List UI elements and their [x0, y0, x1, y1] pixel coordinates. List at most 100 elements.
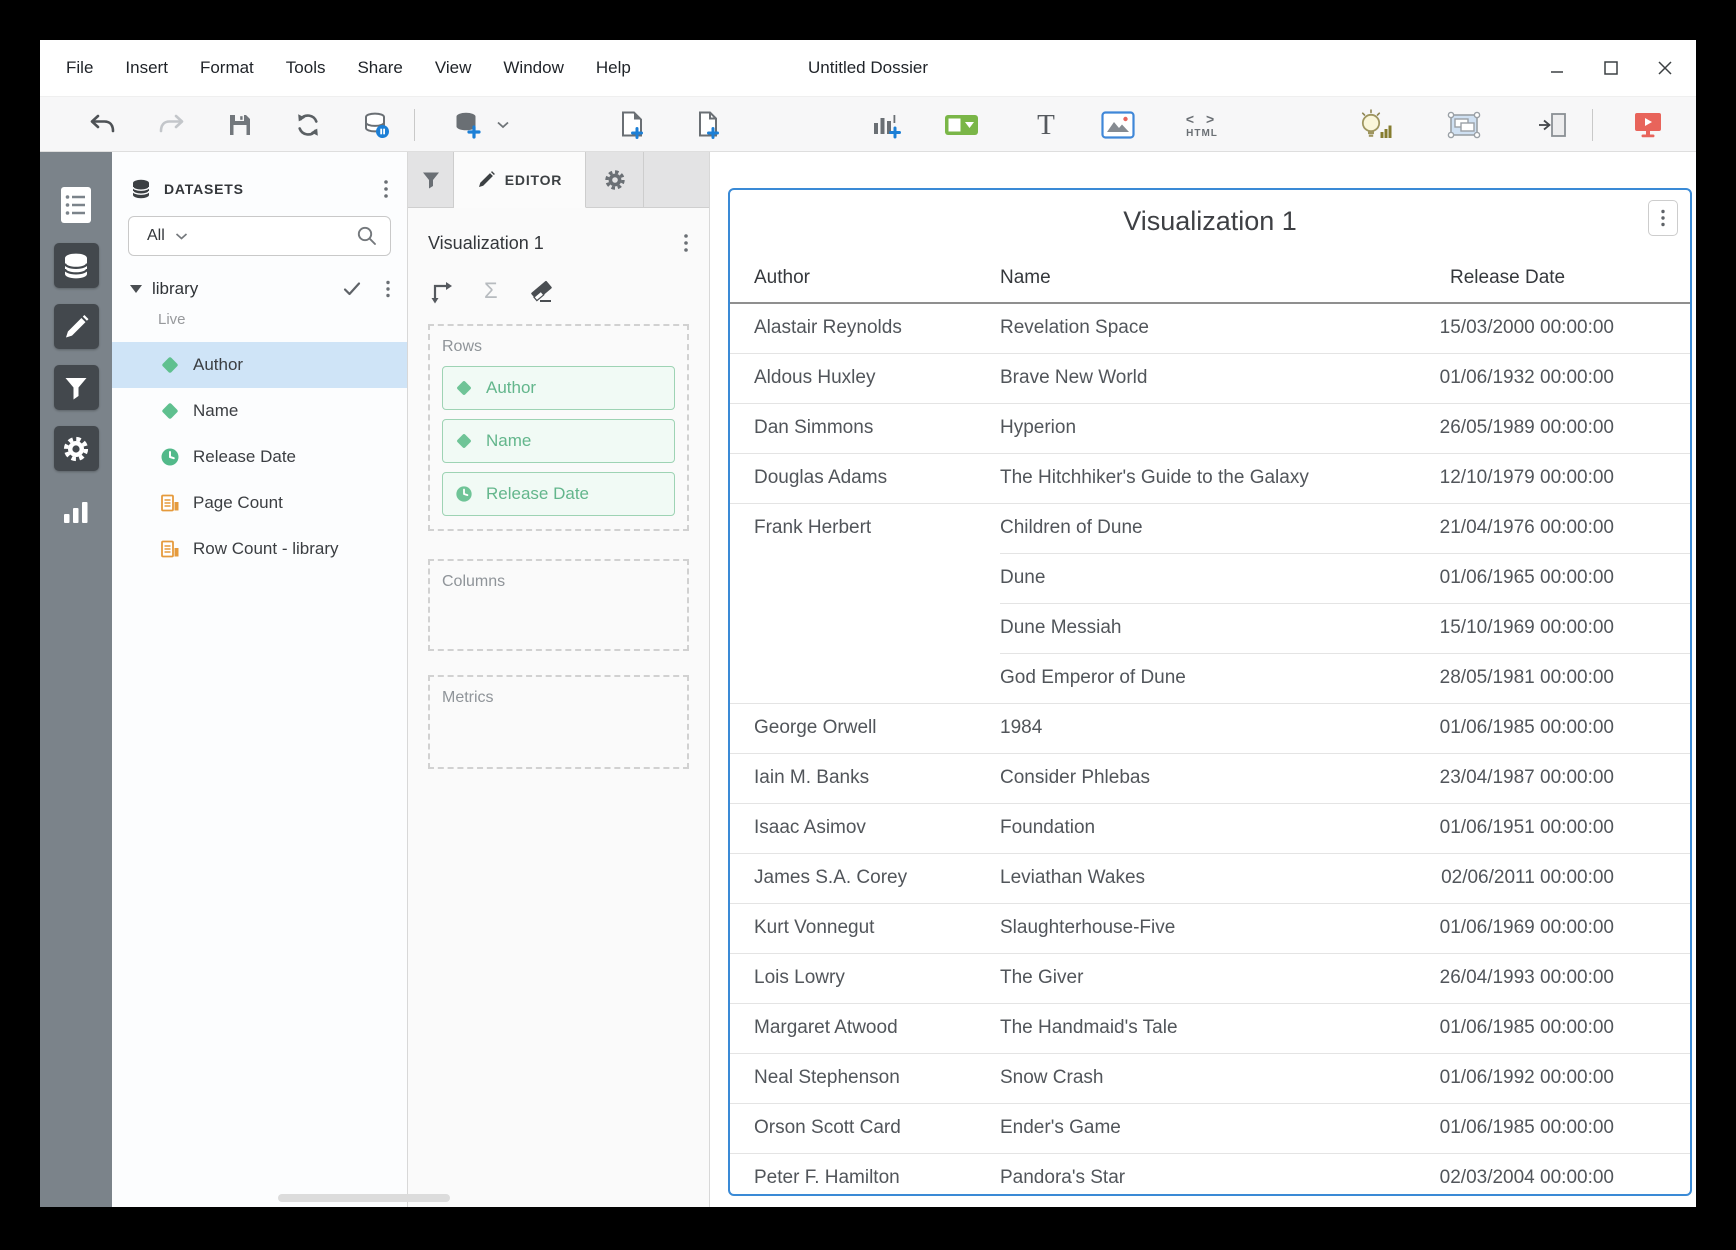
table-row[interactable]: Orson Scott Card Ender's Game 01/06/1985… — [730, 1103, 1690, 1153]
table-row[interactable]: Neal Stephenson Snow Crash 01/06/1992 00… — [730, 1053, 1690, 1103]
name-cell[interactable]: The Hitchhiker's Guide to the Galaxy — [1000, 453, 1436, 503]
author-cell[interactable]: Kurt Vonnegut — [730, 903, 1000, 953]
date-cell[interactable]: 15/10/1969 00:00:00 — [1436, 603, 1690, 653]
name-cell[interactable]: Dune — [1000, 553, 1436, 603]
redo-icon[interactable] — [152, 105, 192, 145]
table-row[interactable]: Lois Lowry The Giver 26/04/1993 00:00:00 — [730, 953, 1690, 1003]
author-cell[interactable]: Aldous Huxley — [730, 353, 1000, 403]
date-cell[interactable]: 23/04/1987 00:00:00 — [1436, 753, 1690, 803]
date-cell[interactable]: 01/06/1985 00:00:00 — [1436, 703, 1690, 753]
contents-panel-button[interactable] — [54, 182, 99, 227]
menu-insert[interactable]: Insert — [125, 58, 168, 78]
name-cell[interactable]: Snow Crash — [1000, 1053, 1436, 1103]
date-cell[interactable]: 02/03/2004 00:00:00 — [1436, 1153, 1690, 1196]
search-filter-value[interactable]: All — [147, 227, 165, 245]
author-cell[interactable]: Douglas Adams — [730, 453, 1000, 503]
visualization-options-button[interactable] — [1648, 200, 1678, 236]
table-row[interactable]: God Emperor of Dune 28/05/1981 00:00:00 — [730, 653, 1690, 703]
date-cell[interactable]: 01/06/1985 00:00:00 — [1436, 1003, 1690, 1053]
add-image-icon[interactable] — [1098, 105, 1138, 145]
name-cell[interactable]: Foundation — [1000, 803, 1436, 853]
date-cell[interactable]: 01/06/1969 00:00:00 — [1436, 903, 1690, 953]
add-data-icon[interactable] — [448, 105, 488, 145]
author-cell[interactable] — [730, 553, 1000, 603]
name-cell[interactable]: Children of Dune — [1000, 503, 1436, 553]
name-cell[interactable]: Consider Phlebas — [1000, 753, 1436, 803]
table-row[interactable]: Alastair Reynolds Revelation Space 15/03… — [730, 303, 1690, 353]
tab-editor[interactable]: EDITOR — [454, 152, 586, 208]
date-cell[interactable]: 15/03/2000 00:00:00 — [1436, 303, 1690, 353]
name-cell[interactable]: Brave New World — [1000, 353, 1436, 403]
presentation-mode-icon[interactable] — [1628, 105, 1668, 145]
chip-release-date[interactable]: Release Date — [442, 472, 675, 516]
field-release-date[interactable]: Release Date — [112, 434, 407, 480]
column-header-author[interactable]: Author — [730, 251, 1000, 303]
menu-window[interactable]: Window — [503, 58, 563, 78]
chip-name[interactable]: Name — [442, 419, 675, 463]
table-row[interactable]: Dune 01/06/1965 00:00:00 — [730, 553, 1690, 603]
table-row[interactable]: Margaret Atwood The Handmaid's Tale 01/0… — [730, 1003, 1690, 1053]
table-row[interactable]: George Orwell 1984 01/06/1985 00:00:00 — [730, 703, 1690, 753]
new-chapter-icon[interactable] — [612, 105, 652, 145]
date-cell[interactable]: 12/10/1979 00:00:00 — [1436, 453, 1690, 503]
dataset-menu-icon[interactable] — [385, 279, 391, 299]
add-panel-icon[interactable] — [1532, 105, 1572, 145]
date-cell[interactable]: 26/04/1993 00:00:00 — [1436, 953, 1690, 1003]
add-data-chevron-icon[interactable] — [492, 105, 514, 145]
date-cell[interactable]: 01/06/1992 00:00:00 — [1436, 1053, 1690, 1103]
datasets-panel-button[interactable] — [54, 243, 99, 288]
date-cell[interactable]: 01/06/1985 00:00:00 — [1436, 1103, 1690, 1153]
date-cell[interactable]: 01/06/1965 00:00:00 — [1436, 553, 1690, 603]
datasets-menu-icon[interactable] — [383, 178, 389, 200]
table-row[interactable]: Dan Simmons Hyperion 26/05/1989 00:00:00 — [730, 403, 1690, 453]
metrics-dropzone[interactable]: Metrics — [428, 675, 689, 769]
search-icon[interactable] — [356, 225, 378, 247]
author-cell[interactable] — [730, 653, 1000, 703]
menu-format[interactable]: Format — [200, 58, 254, 78]
dataset-row[interactable]: library — [112, 272, 407, 306]
field-page-count[interactable]: Page Count — [112, 480, 407, 526]
author-cell[interactable]: James S.A. Corey — [730, 853, 1000, 903]
name-cell[interactable]: Pandora's Star — [1000, 1153, 1436, 1196]
field-row-count[interactable]: Row Count - library — [112, 526, 407, 572]
date-cell[interactable]: 01/06/1932 00:00:00 — [1436, 353, 1690, 403]
name-cell[interactable]: God Emperor of Dune — [1000, 653, 1436, 703]
collapse-triangle-icon[interactable] — [130, 285, 142, 293]
author-cell[interactable]: Peter F. Hamilton — [730, 1153, 1000, 1196]
date-cell[interactable]: 26/05/1989 00:00:00 — [1436, 403, 1690, 453]
insights-icon[interactable] — [1356, 105, 1396, 145]
pause-data-retrieval-icon[interactable] — [356, 105, 396, 145]
new-page-icon[interactable] — [688, 105, 728, 145]
name-cell[interactable]: Revelation Space — [1000, 303, 1436, 353]
menu-file[interactable]: File — [66, 58, 93, 78]
name-cell[interactable]: Hyperion — [1000, 403, 1436, 453]
column-header-release-date[interactable]: Release Date — [1436, 251, 1690, 303]
tab-format[interactable] — [586, 152, 644, 207]
close-button[interactable] — [1650, 53, 1680, 83]
table-row[interactable]: Iain M. Banks Consider Phlebas 23/04/198… — [730, 753, 1690, 803]
author-cell[interactable]: George Orwell — [730, 703, 1000, 753]
horizontal-scrollbar[interactable] — [278, 1194, 450, 1202]
add-visualization-icon[interactable] — [866, 105, 906, 145]
author-cell[interactable]: Dan Simmons — [730, 403, 1000, 453]
text-tool-icon[interactable]: T — [1026, 105, 1066, 145]
menu-share[interactable]: Share — [357, 58, 402, 78]
name-cell[interactable]: The Giver — [1000, 953, 1436, 1003]
date-cell[interactable]: 02/06/2011 00:00:00 — [1436, 853, 1690, 903]
columns-dropzone[interactable]: Columns — [428, 559, 689, 651]
refresh-icon[interactable] — [288, 105, 328, 145]
eraser-icon[interactable] — [528, 278, 554, 304]
tab-filter[interactable] — [408, 152, 454, 207]
dataset-search-box[interactable]: All — [128, 216, 391, 256]
table-row[interactable]: Peter F. Hamilton Pandora's Star 02/03/2… — [730, 1153, 1690, 1196]
table-row[interactable]: Frank Herbert Children of Dune 21/04/197… — [730, 503, 1690, 553]
author-cell[interactable] — [730, 603, 1000, 653]
author-cell[interactable]: Neal Stephenson — [730, 1053, 1000, 1103]
table-row[interactable]: Isaac Asimov Foundation 01/06/1951 00:00… — [730, 803, 1690, 853]
add-selector-icon[interactable] — [942, 105, 982, 145]
name-cell[interactable]: Leviathan Wakes — [1000, 853, 1436, 903]
chevron-down-icon[interactable] — [175, 232, 188, 241]
name-cell[interactable]: Slaughterhouse-Five — [1000, 903, 1436, 953]
author-cell[interactable]: Alastair Reynolds — [730, 303, 1000, 353]
name-cell[interactable]: 1984 — [1000, 703, 1436, 753]
